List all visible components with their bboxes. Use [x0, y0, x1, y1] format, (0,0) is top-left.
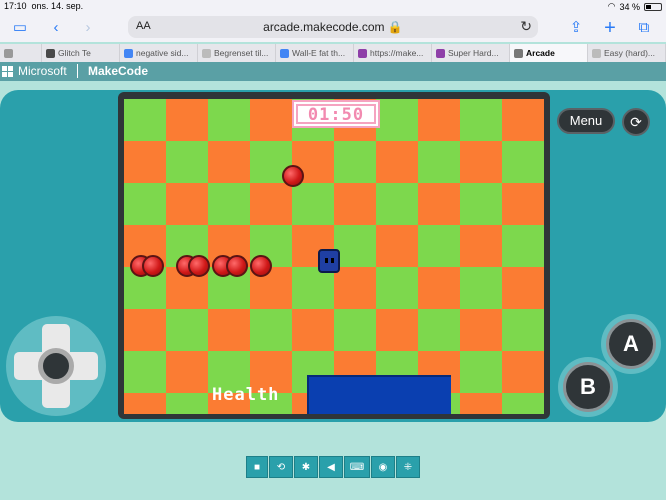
tab-favicon-icon: [4, 48, 13, 58]
status-bar: 17:10 ons. 14. sep. ◠ 34 %: [0, 0, 666, 14]
sidebar-toggle-icon[interactable]: ▭: [10, 18, 30, 38]
screenshot-button[interactable]: ◉: [371, 456, 395, 478]
mute-icon: ◀: [327, 462, 335, 473]
tabs-overview-icon[interactable]: ⧉: [634, 18, 654, 38]
fullscreen-icon: ⁜: [403, 462, 413, 473]
browser-tab[interactable]: https://make...: [354, 44, 432, 62]
tab-favicon-icon: [124, 48, 133, 58]
tab-label: Begrenset til...: [214, 48, 269, 58]
player-sprite: [318, 249, 340, 273]
status-time: 17:10 ons. 14. sep.: [4, 1, 84, 11]
address-bar[interactable]: AA arcade.makecode.com 🔒 ↻: [128, 16, 538, 38]
battery-icon: [644, 2, 662, 11]
tab-favicon-icon: [514, 48, 523, 58]
restart-game-button[interactable]: ⟳: [622, 108, 650, 136]
health-label: Health: [212, 385, 280, 405]
tab-favicon-icon: [436, 48, 445, 58]
browser-tab[interactable]: Easy (hard)...: [588, 44, 666, 62]
browser-tab[interactable]: [0, 44, 42, 62]
browser-tab[interactable]: Arcade: [510, 44, 588, 62]
dpad-center[interactable]: [38, 348, 74, 384]
a-button[interactable]: A: [606, 319, 656, 369]
tab-label: Arcade: [526, 48, 555, 58]
health-bar: [307, 375, 451, 414]
restart-button[interactable]: ⟲: [269, 456, 293, 478]
enemy-bomb: [282, 165, 304, 187]
battery-percent: 34 %: [619, 1, 640, 12]
tab-label: https://make...: [370, 48, 424, 58]
enemy-bomb: [142, 255, 164, 277]
debug-button[interactable]: ✱: [294, 456, 318, 478]
tab-favicon-icon: [592, 48, 601, 58]
restart-icon: ⟲: [276, 462, 286, 473]
stop-icon: ■: [253, 462, 261, 473]
stop-button[interactable]: ■: [246, 456, 268, 478]
tab-bar: Glitch Te negative sid... Begrenset til...…: [0, 44, 666, 62]
keyboard-icon: ⌨: [349, 462, 365, 473]
tab-label: negative sid...: [136, 48, 189, 58]
tab-favicon-icon: [46, 48, 55, 58]
menu-button[interactable]: Menu: [557, 108, 615, 134]
game-screen[interactable]: 01:50 Health: [124, 99, 544, 414]
forward-icon[interactable]: ›: [78, 18, 98, 38]
browser-tab[interactable]: Begrenset til...: [198, 44, 276, 62]
tab-label: Easy (hard)...: [604, 48, 656, 58]
debug-icon: ✱: [301, 462, 311, 473]
tab-favicon-icon: [358, 48, 367, 58]
wifi-icon: ◠: [607, 1, 616, 11]
browser-tab[interactable]: Wall-E fat th...: [276, 44, 354, 62]
browser-tab[interactable]: negative sid...: [120, 44, 198, 62]
browser-toolbar: ▭ ‹ › AA arcade.makecode.com 🔒 ↻ ⇪ + ⧉: [0, 14, 666, 42]
reload-icon[interactable]: ↻: [520, 18, 532, 35]
enemy-bomb: [188, 255, 210, 277]
fullscreen-button[interactable]: ⁜: [396, 456, 420, 478]
url-text: arcade.makecode.com 🔒: [263, 20, 403, 34]
enemy-bomb: [226, 255, 248, 277]
share-icon[interactable]: ⇪: [566, 18, 586, 38]
tab-favicon-icon: [202, 48, 211, 58]
tab-favicon-icon: [280, 48, 289, 58]
microsoft-brand[interactable]: Microsoft: [18, 64, 67, 78]
restart-icon: ⟳: [630, 114, 642, 130]
keyboard-button[interactable]: ⌨: [344, 456, 370, 478]
screenshot-icon: ◉: [378, 462, 388, 473]
tab-label: Glitch Te: [58, 48, 91, 58]
simulator-toolbar: ■ ⟲ ✱ ◀ ⌨ ◉ ⁜: [246, 456, 420, 478]
tab-label: Super Hard...: [448, 48, 499, 58]
back-icon[interactable]: ‹: [46, 18, 66, 38]
enemy-bomb: [250, 255, 272, 277]
makecode-brand[interactable]: MakeCode: [88, 64, 148, 78]
makecode-header: Microsoft MakeCode: [0, 62, 666, 81]
lock-icon: 🔒: [387, 20, 403, 34]
mute-button[interactable]: ◀: [319, 456, 343, 478]
browser-tab[interactable]: Super Hard...: [432, 44, 510, 62]
tab-label: Wall-E fat th...: [292, 48, 346, 58]
b-button[interactable]: B: [563, 362, 613, 412]
microsoft-logo-icon: [2, 66, 13, 77]
countdown-timer: 01:50: [292, 100, 380, 128]
browser-tab[interactable]: Glitch Te: [42, 44, 120, 62]
new-tab-icon[interactable]: +: [600, 18, 620, 38]
